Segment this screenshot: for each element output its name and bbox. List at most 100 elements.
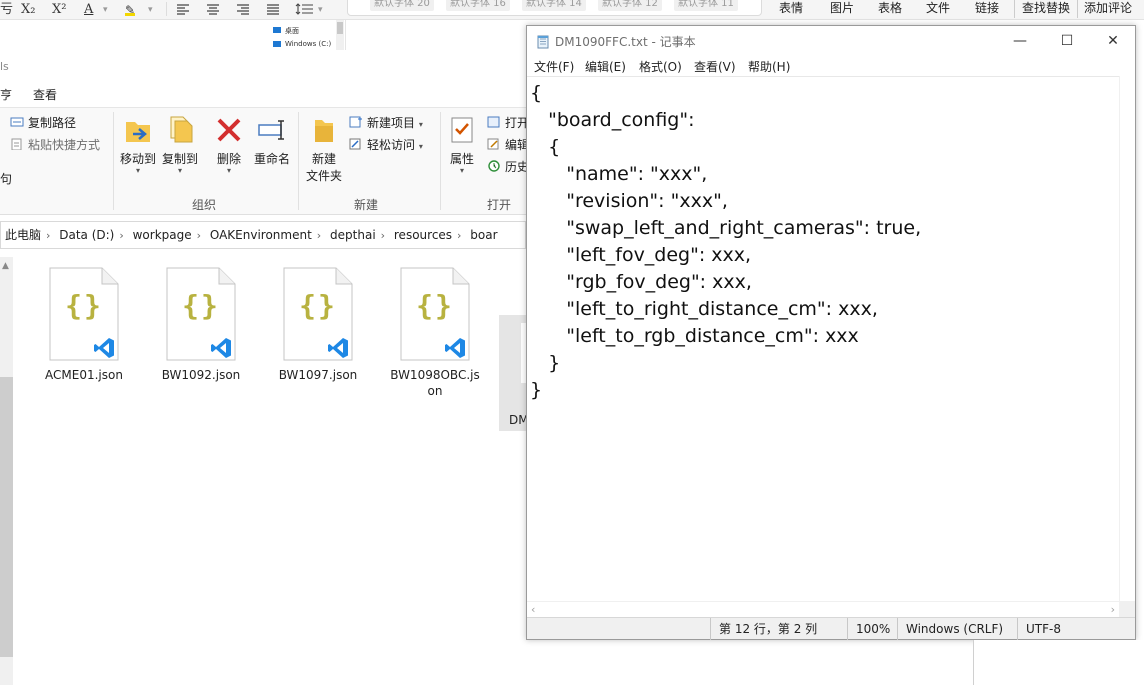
file-item-bw1098obc[interactable]: {} BW1098OBC.json xyxy=(390,267,480,407)
chevron-down-icon: ▾ xyxy=(135,166,140,175)
edit-button[interactable]: 编辑 xyxy=(487,136,529,154)
align-left-icon[interactable] xyxy=(175,2,191,18)
delete-icon xyxy=(214,114,244,146)
file-item-selected-partial[interactable]: DM xyxy=(499,315,529,431)
rename-button[interactable]: 重命名 xyxy=(250,114,294,167)
tree-item-desktop[interactable]: 桌面 xyxy=(285,26,299,36)
menu-file[interactable]: 文件(F) xyxy=(534,58,574,75)
horizontal-scrollbar[interactable]: ‹ › xyxy=(527,601,1119,617)
copy-to-button[interactable]: 复制到 ▾ xyxy=(159,114,201,175)
breadcrumb-workpage[interactable]: workpage xyxy=(129,222,196,248)
chevron-right-icon[interactable]: › xyxy=(316,223,322,248)
scroll-right-icon[interactable]: › xyxy=(1111,603,1115,616)
style-gallery: 默认字体 20 默认字体 16 默认字体 14 默认字体 12 默认字体 11 xyxy=(347,0,762,16)
minimize-icon[interactable]: — xyxy=(997,26,1043,56)
ribbon: 复制路径 粘贴快捷方式 句 移动到 ▾ 复制到 ▾ 删除 ▾ 重命名 组织 新建… xyxy=(0,107,529,215)
superscript-button[interactable]: X² xyxy=(52,2,66,18)
move-to-label: 移动到 xyxy=(119,152,156,166)
move-to-button[interactable]: 移动到 ▾ xyxy=(117,114,159,175)
scroll-left-icon[interactable]: ‹ xyxy=(531,603,535,616)
breadcrumb-boards[interactable]: boar xyxy=(466,222,501,248)
highlight-button[interactable]: ✎ xyxy=(125,2,136,17)
tab-share-fragment[interactable]: 亨 xyxy=(0,86,12,103)
chevron-right-icon[interactable]: › xyxy=(456,223,462,248)
align-right-icon[interactable] xyxy=(235,2,251,18)
chevron-right-icon[interactable]: › xyxy=(380,223,386,248)
delete-button[interactable]: 删除 ▾ xyxy=(209,114,249,175)
paste-shortcut-button[interactable]: 粘贴快捷方式 xyxy=(10,136,100,154)
notepad-window: DM1090FFC.txt - 记事本 — ☐ ✕ 文件(F) 编辑(E) 格式… xyxy=(526,25,1136,640)
menu-format[interactable]: 格式(O) xyxy=(639,58,682,75)
menu-link[interactable]: 链接 xyxy=(975,0,999,16)
editor-content[interactable]: { "board_config": { "name": "xxx", "revi… xyxy=(530,80,921,404)
zoom-level: 100% xyxy=(847,618,897,640)
encoding: UTF-8 xyxy=(1017,618,1135,640)
scrollbar-corner xyxy=(1119,601,1135,617)
title-bar[interactable]: DM1090FFC.txt - 记事本 — ☐ ✕ xyxy=(527,26,1135,56)
file-item-bw1097[interactable]: {} BW1097.json xyxy=(273,267,363,407)
chevron-down-icon: ▾ xyxy=(418,120,423,129)
menu-image[interactable]: 图片 xyxy=(830,0,854,16)
menu-file[interactable]: 文件 xyxy=(926,0,950,16)
copy-path-button[interactable]: 复制路径 xyxy=(10,114,76,132)
chevron-down-icon: ▾ xyxy=(418,142,423,151)
breadcrumb-resources[interactable]: resources xyxy=(390,222,456,248)
open-button[interactable]: 打开 xyxy=(487,114,529,132)
line-ending: Windows (CRLF) xyxy=(897,618,1017,640)
file-list: ▲ {} ACME01.json {} BW1092.json {} BW109… xyxy=(0,257,529,685)
style-chip[interactable]: 默认字体 16 xyxy=(446,0,510,11)
file-item-bw1092[interactable]: {} BW1092.json xyxy=(156,267,246,407)
maximize-icon[interactable]: ☐ xyxy=(1044,26,1090,56)
vscode-icon xyxy=(94,338,114,358)
menu-help[interactable]: 帮助(H) xyxy=(748,58,790,75)
style-chip[interactable]: 默认字体 14 xyxy=(522,0,586,11)
close-icon[interactable]: ✕ xyxy=(1090,26,1136,56)
scrollbar-thumb[interactable] xyxy=(0,377,13,657)
chevron-down-icon[interactable]: ▾ xyxy=(148,2,153,18)
rename-icon xyxy=(257,114,287,146)
style-chip[interactable]: 默认字体 12 xyxy=(598,0,662,11)
history-button[interactable]: 历史 xyxy=(487,158,529,176)
breadcrumb-depthai[interactable]: depthai xyxy=(326,222,380,248)
chevron-right-icon[interactable]: › xyxy=(45,223,51,248)
easy-access-button[interactable]: 轻松访问 ▾ xyxy=(349,136,423,154)
chevron-down-icon[interactable]: ▾ xyxy=(103,2,108,18)
menu-find-replace[interactable]: 查找替换 xyxy=(1022,0,1070,16)
copy-path-icon xyxy=(10,115,24,127)
tree-scrollbar[interactable] xyxy=(336,20,344,50)
justify-icon[interactable] xyxy=(265,2,281,18)
line-spacing-icon[interactable] xyxy=(295,2,315,18)
properties-button[interactable]: 属性 ▾ xyxy=(444,114,480,175)
scroll-up-icon[interactable]: ▲ xyxy=(2,261,9,271)
new-item-button[interactable]: 新建项目 ▾ xyxy=(349,114,423,132)
chevron-right-icon[interactable]: › xyxy=(196,223,202,248)
chevron-down-icon[interactable]: ▾ xyxy=(318,2,323,18)
paste-shortcut-icon xyxy=(10,137,24,151)
text-editor[interactable]: { "board_config": { "name": "xxx", "revi… xyxy=(527,76,1119,601)
file-item-acme01[interactable]: {} ACME01.json xyxy=(39,267,129,407)
style-chip[interactable]: 默认字体 20 xyxy=(370,0,434,11)
breadcrumb-oakenvironment[interactable]: OAKEnvironment xyxy=(206,222,316,248)
chevron-right-icon[interactable]: › xyxy=(118,223,124,248)
menu-table[interactable]: 表格 xyxy=(878,0,902,16)
new-folder-button[interactable]: 新建 文件夹 xyxy=(302,114,346,184)
menu-edit[interactable]: 编辑(E) xyxy=(585,58,626,75)
breadcrumb-data-d[interactable]: Data (D:) xyxy=(55,222,118,248)
menu-emoji[interactable]: 表情 xyxy=(779,0,803,16)
tab-view[interactable]: 查看 xyxy=(33,86,57,103)
subscript-button[interactable]: X₂ xyxy=(21,2,35,18)
address-bar[interactable]: 此电脑 › Data (D:) › workpage › OAKEnvironment… xyxy=(0,221,526,249)
new-folder-label-line2: 文件夹 xyxy=(305,169,342,183)
vertical-scrollbar[interactable] xyxy=(1119,76,1135,601)
json-braces-icon: {} xyxy=(65,289,103,322)
align-center-icon[interactable] xyxy=(205,2,221,18)
nav-pane-scrollbar[interactable]: ▲ xyxy=(0,257,13,685)
tree-item-windows-c[interactable]: Windows (C:) xyxy=(285,40,331,48)
json-file-icon: {} xyxy=(283,267,353,361)
breadcrumb-this-pc[interactable]: 此电脑 xyxy=(1,222,45,248)
rename-label: 重命名 xyxy=(253,152,290,166)
menu-add-comment[interactable]: 添加评论 xyxy=(1084,0,1132,16)
menu-view[interactable]: 查看(V) xyxy=(694,58,736,75)
style-chip[interactable]: 默认字体 11 xyxy=(674,0,738,11)
font-color-button[interactable]: A xyxy=(84,2,93,18)
